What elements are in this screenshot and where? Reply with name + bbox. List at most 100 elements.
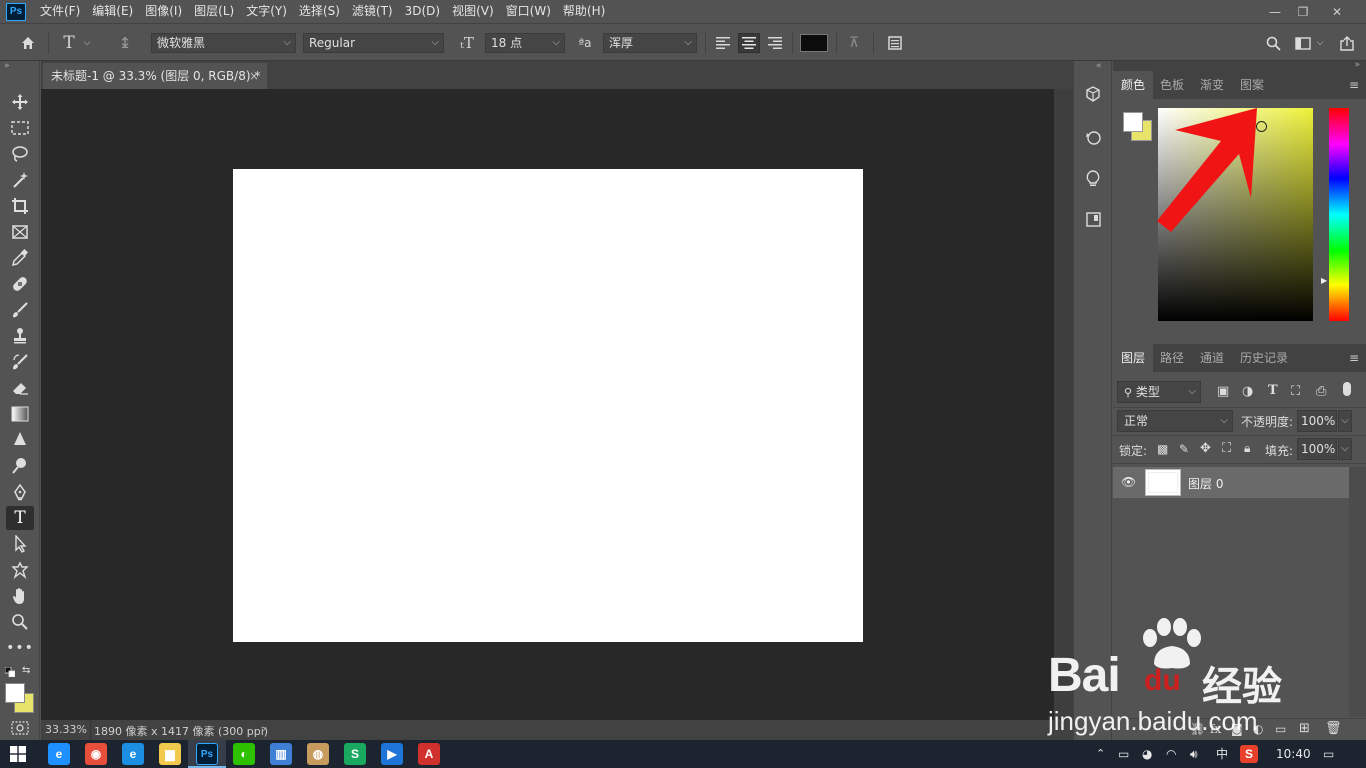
- tray-expand-icon[interactable]: ⌃: [1096, 740, 1105, 768]
- wifi-icon[interactable]: ◠: [1166, 740, 1176, 768]
- layer-filter-select[interactable]: ⚲ 类型 ⌵: [1117, 381, 1201, 403]
- clock[interactable]: 10:40: [1276, 740, 1311, 768]
- lock-all-icon[interactable]: 🔒︎: [1244, 441, 1250, 456]
- document-tab[interactable]: 未标题-1 @ 33.3% (图层 0, RGB/8) * ×: [43, 63, 267, 89]
- photoshop-icon[interactable]: Ps: [196, 743, 218, 765]
- lock-image-pixels-icon[interactable]: ✎: [1179, 442, 1189, 456]
- history-brush-tool-icon[interactable]: [6, 350, 34, 374]
- panel-menu-icon[interactable]: ≡: [1341, 71, 1366, 99]
- pen-tool-icon[interactable]: [6, 480, 34, 504]
- history-panel-icon[interactable]: [1080, 124, 1106, 150]
- default-colors-icon[interactable]: [4, 666, 16, 678]
- layer-name[interactable]: 图层 0: [1188, 475, 1223, 492]
- move-tool-icon[interactable]: [6, 90, 34, 114]
- windows-start-icon[interactable]: [10, 746, 26, 765]
- hue-slider[interactable]: [1329, 108, 1349, 321]
- lasso-tool-icon[interactable]: [6, 142, 34, 166]
- dodge-tool-icon[interactable]: [6, 454, 34, 478]
- frame-tool-icon[interactable]: [6, 220, 34, 244]
- warp-text-icon[interactable]: ⊼: [843, 33, 865, 53]
- close-tab-icon[interactable]: ×: [249, 63, 259, 89]
- fill-dropdown-icon[interactable]: ⌵: [1338, 438, 1352, 460]
- align-center-icon[interactable]: [738, 33, 760, 53]
- share-icon[interactable]: [1336, 33, 1358, 53]
- menu-filter[interactable]: 滤镜(T): [346, 0, 399, 23]
- zoom-tool-icon[interactable]: [6, 610, 34, 634]
- antialias-select[interactable]: 浑厚 ⌵: [603, 33, 697, 53]
- menu-image[interactable]: 图像(I): [139, 0, 188, 23]
- hand-tool-icon[interactable]: [6, 584, 34, 608]
- chevron-down-icon[interactable]: ⌵: [1314, 33, 1326, 53]
- tab-patterns[interactable]: 图案: [1232, 71, 1272, 99]
- foreground-color-swatch[interactable]: [5, 683, 25, 703]
- marquee-tool-icon[interactable]: [6, 116, 34, 140]
- close-window-button[interactable]: ✕: [1322, 0, 1352, 23]
- layer-row[interactable]: 👁︎ 图层 0: [1113, 467, 1349, 498]
- status-menu-arrow-icon[interactable]: ›: [262, 722, 266, 735]
- chevron-down-icon[interactable]: ⌵: [81, 33, 93, 53]
- search-icon[interactable]: [1262, 33, 1284, 53]
- filter-toggle-icon[interactable]: [1343, 382, 1351, 396]
- character-panel-icon[interactable]: [884, 33, 906, 53]
- filter-adjustment-icon[interactable]: ◑: [1242, 384, 1253, 399]
- 3d-panel-icon[interactable]: [1080, 81, 1106, 107]
- chrome-icon[interactable]: ◉: [85, 743, 107, 765]
- color-panel-foreground-swatch[interactable]: [1123, 112, 1143, 132]
- hue-slider-marker-icon[interactable]: ▶: [1321, 276, 1327, 285]
- libraries-panel-icon[interactable]: [1080, 206, 1106, 232]
- align-left-icon[interactable]: [712, 33, 734, 53]
- eyedropper-tool-icon[interactable]: [6, 246, 34, 270]
- filter-type-icon[interactable]: T: [1268, 383, 1278, 398]
- brush-tool-icon[interactable]: [6, 298, 34, 322]
- collapse-arrows-icon[interactable]: »: [1354, 60, 1360, 70]
- lock-artboard-icon[interactable]: ⛶: [1222, 441, 1231, 456]
- opacity-dropdown-icon[interactable]: ⌵: [1338, 410, 1352, 432]
- healing-brush-tool-icon[interactable]: [6, 272, 34, 296]
- menu-select[interactable]: 选择(S): [293, 0, 346, 23]
- blend-mode-select[interactable]: 正常 ⌵: [1117, 410, 1233, 432]
- menu-3d[interactable]: 3D(D): [399, 0, 446, 23]
- lock-transparent-pixels-icon[interactable]: ▩: [1157, 442, 1168, 456]
- menu-view[interactable]: 视图(V): [446, 0, 500, 23]
- gradient-tool-icon[interactable]: [6, 402, 34, 426]
- custom-shape-tool-icon[interactable]: [6, 558, 34, 582]
- font-family-select[interactable]: 微软雅黑 ⌵: [151, 33, 296, 53]
- wechat-icon[interactable]: ◐: [233, 743, 255, 765]
- zoom-level[interactable]: 33.33%: [45, 723, 87, 736]
- tray-device-icon[interactable]: ▭: [1118, 740, 1129, 768]
- menu-edit[interactable]: 编辑(E): [86, 0, 139, 23]
- input-method-indicator[interactable]: 中: [1216, 740, 1228, 768]
- menu-type[interactable]: 文字(Y): [240, 0, 293, 23]
- type-tool-preset-icon[interactable]: T: [58, 33, 80, 53]
- filter-shape-icon[interactable]: ⛶: [1291, 384, 1300, 399]
- align-right-icon[interactable]: [764, 33, 786, 53]
- font-size-select[interactable]: 18 点 ⌵: [485, 33, 565, 53]
- quick-mask-icon[interactable]: [11, 721, 29, 738]
- acrobat-icon[interactable]: A: [418, 743, 440, 765]
- wps-sheets-icon[interactable]: S: [344, 743, 366, 765]
- edge-icon[interactable]: e: [122, 743, 144, 765]
- notifications-icon[interactable]: ▭: [1323, 740, 1334, 768]
- toggle-text-orientation-icon[interactable]: ↨: [114, 33, 136, 53]
- photoshop-logo-icon[interactable]: Ps: [6, 2, 26, 21]
- tab-channels[interactable]: 通道: [1192, 344, 1232, 372]
- minimize-button[interactable]: —: [1260, 0, 1290, 23]
- restore-button[interactable]: ❐: [1288, 0, 1318, 23]
- tab-history[interactable]: 历史记录: [1232, 344, 1296, 372]
- crop-tool-icon[interactable]: [6, 194, 34, 218]
- tab-swatches[interactable]: 色板: [1152, 71, 1192, 99]
- filter-smart-object-icon[interactable]: ⎙: [1316, 384, 1326, 399]
- menu-window[interactable]: 窗口(W): [500, 0, 557, 23]
- ie-icon[interactable]: e: [48, 743, 70, 765]
- app-bars-icon[interactable]: ▥: [270, 743, 292, 765]
- font-style-select[interactable]: Regular ⌵: [303, 33, 444, 53]
- fill-input[interactable]: 100%: [1297, 438, 1337, 460]
- path-selection-tool-icon[interactable]: [6, 532, 34, 556]
- blur-tool-icon[interactable]: [6, 428, 34, 452]
- menu-help[interactable]: 帮助(H): [557, 0, 611, 23]
- swap-colors-icon[interactable]: ⇆: [22, 665, 30, 676]
- clone-stamp-tool-icon[interactable]: [6, 324, 34, 348]
- workspace-icon[interactable]: [1292, 33, 1314, 53]
- home-icon[interactable]: [17, 33, 39, 53]
- document-canvas[interactable]: [233, 169, 863, 642]
